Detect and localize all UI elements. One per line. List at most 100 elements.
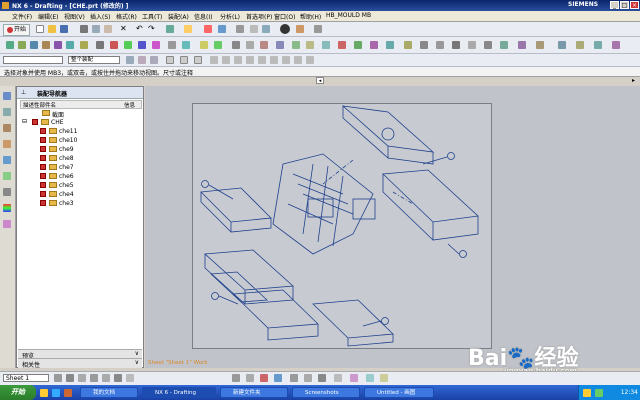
menu-assembly[interactable]: 装配(A) [168,12,189,21]
filter-icon[interactable] [468,41,476,49]
maximize-icon[interactable]: □ [620,1,629,9]
checkbox-icon[interactable] [40,200,46,206]
delete-icon[interactable]: ✕ [120,25,128,33]
checkbox-icon[interactable] [40,173,46,179]
checkbox-icon[interactable] [40,164,46,170]
snap-tool-icon[interactable] [380,374,388,382]
panel-arrow-icon[interactable]: ▸ [632,77,635,84]
grid-tool-icon[interactable] [366,374,374,382]
info-icon[interactable] [386,41,394,49]
history-tab-icon[interactable] [3,172,11,180]
style-icon[interactable] [536,41,544,49]
palette-tab-icon[interactable] [3,204,11,212]
section-view-icon[interactable] [66,41,74,49]
orient-view-icon[interactable] [296,25,304,33]
render-style-icon[interactable] [280,24,290,34]
tree-row-che4[interactable]: che4 [20,190,138,199]
parts-list-icon[interactable] [200,41,208,49]
cut-icon[interactable] [80,25,88,33]
menu-edit[interactable]: 编辑(E) [38,12,58,21]
pin-icon[interactable]: ⊥ [21,89,26,96]
table-tool-icon[interactable] [334,374,342,382]
snap-tangent-icon[interactable] [270,56,278,64]
menu-view[interactable]: 视图(V) [64,12,85,21]
checkbox-icon[interactable] [40,191,46,197]
close-item-icon[interactable] [338,41,346,49]
checkbox-icon[interactable] [40,128,46,134]
snap-end-icon[interactable] [210,56,218,64]
view-icon[interactable] [218,25,226,33]
snap-arc-center-icon[interactable] [306,56,314,64]
check-icon[interactable] [354,41,362,49]
arc-tool-icon[interactable] [78,374,86,382]
menu-window[interactable]: 窗口(O) [274,12,295,21]
layout-icon[interactable] [404,41,412,49]
grid-icon[interactable] [306,41,314,49]
crosshair-icon[interactable] [420,41,428,49]
select-face-icon[interactable] [166,56,174,64]
save-icon[interactable] [60,25,68,33]
tree-row-che3[interactable]: che3 [20,199,138,208]
sheet-dropdown[interactable]: Sheet 1 [3,374,49,382]
update-view-icon[interactable] [96,41,104,49]
tray-volume-icon[interactable] [583,389,591,397]
checkbox-icon[interactable] [40,137,46,143]
break-view-icon[interactable] [80,41,88,49]
snap-point-icon[interactable] [436,41,444,49]
detail-view-icon[interactable] [54,41,62,49]
minimize-icon[interactable]: _ [610,1,619,9]
filter-dropdown[interactable] [3,56,63,64]
menu-preferences[interactable]: 首选项(P) [246,12,272,21]
reuse-library-tab-icon[interactable] [3,140,11,148]
centerline-icon[interactable] [168,41,176,49]
zoom-icon[interactable] [236,25,244,33]
open-icon[interactable] [48,25,56,33]
dependencies-section[interactable]: 相关性 ∨ [18,358,142,369]
new-sheet-icon[interactable] [18,41,26,49]
menu-help[interactable]: 帮助(H) [300,12,321,21]
customize-icon[interactable] [612,41,620,49]
paste-icon[interactable] [104,25,112,33]
snap-icon[interactable] [322,41,330,49]
snap-mid-icon[interactable] [222,56,230,64]
column-name-header[interactable]: 描述性部件名 [23,101,56,109]
view-tool-icon[interactable] [350,374,358,382]
menu-format[interactable]: 格式(R) [116,12,137,21]
projected-view-icon[interactable] [42,41,50,49]
circle-icon[interactable] [452,41,460,49]
trim-tool-icon[interactable] [232,374,240,382]
pan-icon[interactable] [250,25,258,33]
menu-tools[interactable]: 工具(T) [142,12,162,21]
line-icon[interactable] [232,41,240,49]
navigator-expand-icon[interactable]: ◂ [316,77,324,84]
new-icon[interactable] [36,25,44,33]
tree-row-che10[interactable]: che10 [20,136,138,145]
annotation-icon[interactable] [576,41,584,49]
quadrant-icon[interactable] [484,41,492,49]
tree-row-section[interactable]: 截面 [20,109,138,119]
tray-network-icon[interactable] [595,389,603,397]
web-browser-tab-icon[interactable] [3,156,11,164]
snap-center-icon[interactable] [234,56,242,64]
symbol-icon[interactable] [138,41,146,49]
feature-icon[interactable] [594,41,602,49]
select-all-icon[interactable] [126,56,134,64]
task-screenshots[interactable]: Screenshots [292,387,360,398]
tree-row-che9[interactable]: che9 [20,145,138,154]
rgb-icon[interactable] [558,41,566,49]
rotate-icon[interactable] [262,25,270,33]
start-button[interactable]: 开始 [3,24,31,36]
mirror-tool-icon[interactable] [260,374,268,382]
display-icon[interactable] [518,41,526,49]
task-nx-drafting[interactable]: NX 6 - Drafting [142,387,216,398]
task-my-documents[interactable]: 我的文档 [80,387,138,398]
spline-tool-icon[interactable] [102,374,110,382]
sheet-icon[interactable] [6,41,14,49]
balloon-icon[interactable] [214,41,222,49]
checkbox-icon[interactable] [40,182,46,188]
copy-icon[interactable] [92,25,100,33]
menu-info[interactable]: 信息(I) [194,12,212,21]
table-icon[interactable] [152,41,160,49]
line-tool-icon[interactable] [66,374,74,382]
tree-row-che11[interactable]: che11 [20,127,138,136]
